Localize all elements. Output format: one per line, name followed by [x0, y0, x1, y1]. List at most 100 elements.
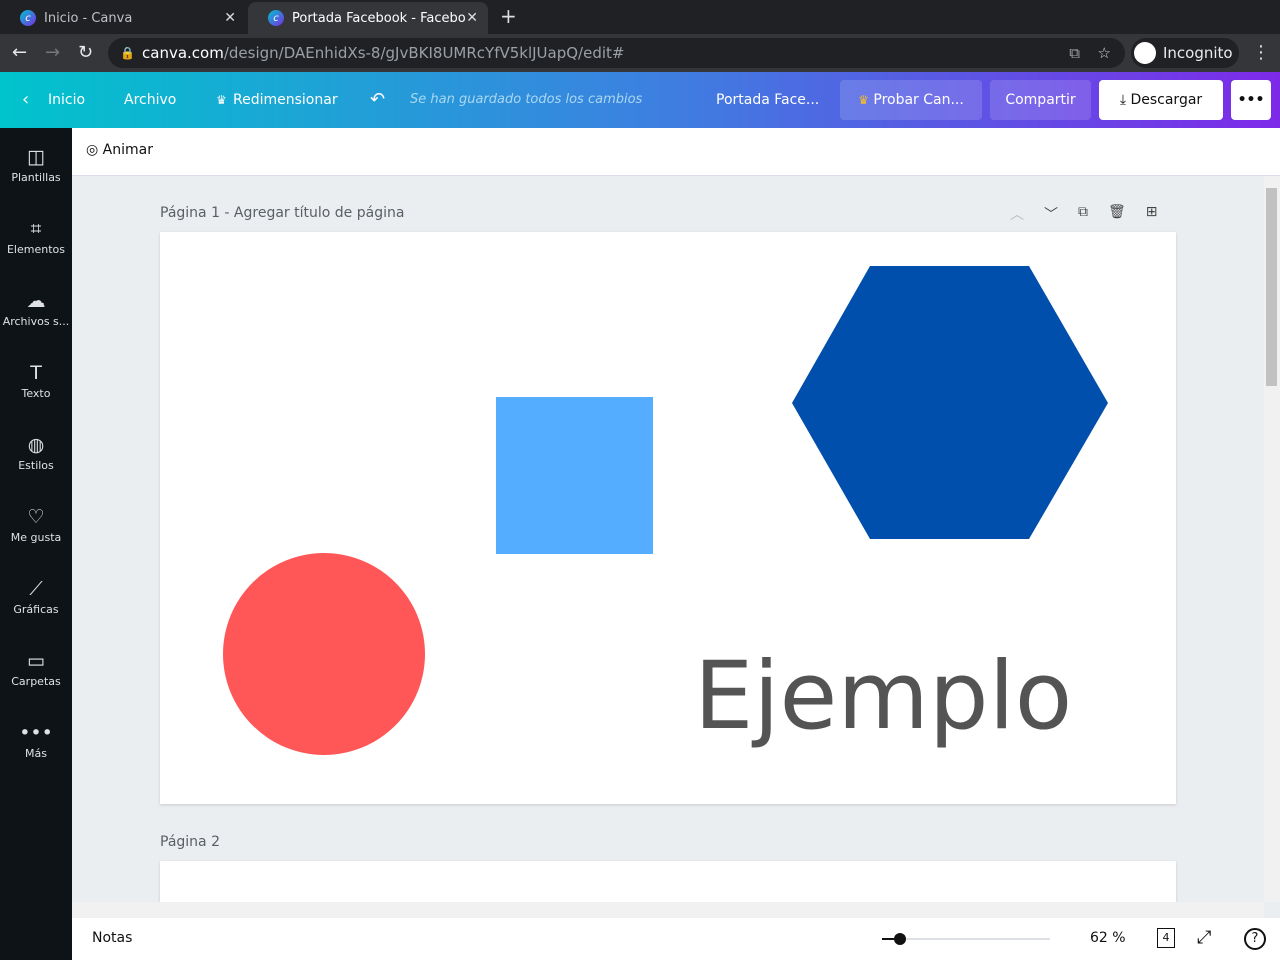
browser-menu-icon[interactable]: ⋮	[1252, 42, 1270, 63]
chart-icon: ⟋	[29, 577, 43, 600]
share-button[interactable]: Compartir	[990, 80, 1091, 120]
example-text[interactable]: Ejemplo	[694, 650, 1072, 744]
move-up-icon[interactable]: ︿	[1010, 204, 1024, 224]
file-menu-button[interactable]: Archivo	[124, 72, 176, 128]
page-title-input[interactable]: - Agregar título de página	[220, 205, 404, 221]
upload-cloud-icon: ☁	[26, 289, 46, 312]
animate-label: Animar	[102, 142, 153, 158]
close-tab-icon[interactable]: ✕	[224, 10, 236, 26]
vertical-scrollbar[interactable]	[1264, 176, 1280, 902]
square-shape[interactable]	[496, 397, 653, 554]
browser-tab-strip: c Inicio - Canva ✕ c Portada Facebook - Fac…	[0, 0, 1280, 34]
undo-icon[interactable]: ↶	[370, 72, 385, 128]
text-icon: T	[30, 361, 42, 384]
browser-tab-active[interactable]: c Portada Facebook - Facebo ✕	[248, 2, 488, 34]
animate-bar: ◎ Animar	[72, 128, 1280, 176]
sidebar-label: Más	[25, 746, 47, 760]
canva-favicon: c	[268, 10, 284, 26]
sidebar-label: Plantillas	[11, 170, 61, 184]
editor-toolbar: ‹ Inicio Archivo ♛ Redimensionar ↶ Se ha…	[0, 72, 1280, 128]
shapes-icon: ⌗	[30, 217, 42, 240]
page-count-button[interactable]: 4	[1157, 928, 1175, 948]
delete-page-icon[interactable]: 🗑	[1108, 204, 1126, 224]
resize-button[interactable]: Redimensionar	[233, 72, 338, 128]
page-2-label: Página 2	[160, 834, 220, 850]
sidebar-item-estilos[interactable]: ◍ Estilos	[0, 416, 72, 488]
url-field[interactable]: 🔒 canva.com/design/DAEnhidXs-8/gJvBKI8UMR…	[108, 38, 1125, 68]
sidebar-label: Gráficas	[13, 602, 59, 616]
scroll-thumb[interactable]	[1266, 188, 1277, 386]
page-number: Página 1	[160, 205, 220, 221]
try-pro-button[interactable]: ♛ Probar Can...	[840, 80, 982, 120]
hexagon-shape[interactable]	[791, 265, 1109, 540]
tab-title: Inicio - Canva	[44, 10, 133, 26]
page-actions: ︿ ﹀ ⧉ 🗑 ⊞	[1010, 204, 1158, 224]
layout-icon: ◫	[27, 145, 45, 168]
page-1-canvas[interactable]: Ejemplo	[160, 232, 1176, 804]
new-tab-button[interactable]: +	[500, 4, 517, 28]
sidebar: ◫ Plantillas ⌗ Elementos ☁ Archivos s... TT…	[0, 128, 72, 960]
sidebar-label: Archivos s...	[2, 314, 70, 328]
sidebar-item-carpetas[interactable]: ▭ Carpetas	[0, 632, 72, 704]
forward-icon[interactable]: →	[45, 42, 60, 63]
reload-icon[interactable]: ↻	[78, 42, 93, 63]
incognito-label: Incognito	[1163, 44, 1233, 62]
zoom-slider-handle[interactable]	[894, 933, 906, 945]
sidebar-item-plantillas[interactable]: ◫ Plantillas	[0, 128, 72, 200]
animate-icon: ◎	[86, 142, 99, 158]
sidebar-item-texto[interactable]: T Texto	[0, 344, 72, 416]
design-title[interactable]: Portada Face...	[716, 72, 819, 128]
more-options-button[interactable]: •••	[1231, 80, 1271, 120]
footer-bar: Notas 62 % 4 ⤢ ?	[72, 918, 1280, 960]
zoom-level[interactable]: 62 %	[1090, 930, 1126, 946]
download-label: Descargar	[1130, 92, 1203, 108]
sidebar-label: Me gusta	[10, 530, 62, 544]
horizontal-scrollbar[interactable]	[72, 902, 1264, 918]
url-path: /design/DAEnhidXs-8/gJvBKI8UMRcYfV5klJUa…	[223, 44, 625, 62]
sidebar-label: Elementos	[6, 242, 65, 256]
url-host: canva.com	[142, 44, 224, 62]
fullscreen-icon[interactable]: ⤢	[1197, 927, 1211, 948]
heart-icon: ♡	[27, 505, 45, 528]
crown-icon: ♛	[216, 93, 227, 107]
download-icon: ⤓	[1119, 92, 1127, 108]
sidebar-label: Estilos	[18, 458, 54, 472]
back-icon[interactable]: ←	[12, 42, 27, 63]
zoom-slider[interactable]	[882, 933, 1050, 945]
close-tab-icon[interactable]: ✕	[466, 10, 478, 26]
crown-icon: ♛	[858, 93, 869, 107]
star-icon[interactable]: ☆	[1098, 38, 1111, 68]
translate-icon[interactable]: ⧉	[1069, 38, 1080, 68]
move-down-icon[interactable]: ﹀	[1044, 204, 1058, 224]
try-pro-label: Probar Can...	[873, 92, 964, 108]
address-bar-row: ← → ↻ 🔒 canva.com/design/DAEnhidXs-8/gJvB…	[0, 34, 1280, 72]
download-button[interactable]: ⤓ Descargar	[1099, 80, 1223, 120]
more-icon: •••	[19, 721, 53, 744]
duplicate-page-icon[interactable]: ⧉	[1078, 204, 1088, 224]
sidebar-item-me-gusta[interactable]: ♡ Me gusta	[0, 488, 72, 560]
circle-shape[interactable]	[223, 553, 425, 755]
notes-button[interactable]: Notas	[92, 930, 132, 946]
animate-button[interactable]: ◎ Animar	[86, 142, 153, 158]
help-icon[interactable]: ?	[1244, 928, 1266, 950]
palette-icon: ◍	[27, 433, 45, 456]
browser-tab[interactable]: c Inicio - Canva ✕	[0, 2, 246, 34]
page-1-label: Página 1 - Agregar título de página	[160, 205, 404, 221]
lock-icon: 🔒	[120, 46, 135, 60]
sidebar-label: Texto	[21, 386, 51, 400]
sidebar-item-archivos[interactable]: ☁ Archivos s...	[0, 272, 72, 344]
sidebar-label: Carpetas	[11, 674, 61, 688]
home-button[interactable]: Inicio	[48, 72, 85, 128]
incognito-icon	[1134, 42, 1156, 64]
incognito-badge[interactable]: Incognito	[1131, 38, 1239, 68]
sidebar-item-elementos[interactable]: ⌗ Elementos	[0, 200, 72, 272]
tab-title: Portada Facebook - Facebo	[292, 10, 466, 26]
chevron-left-icon: ‹	[22, 89, 30, 110]
save-status: Se han guardado todos los cambios	[410, 92, 643, 107]
add-page-icon[interactable]: ⊞	[1146, 204, 1158, 224]
sidebar-item-mas[interactable]: ••• Más	[0, 704, 72, 776]
page-2-canvas[interactable]	[160, 861, 1176, 902]
sidebar-item-graficas[interactable]: ⟋ Gráficas	[0, 560, 72, 632]
folder-icon: ▭	[27, 649, 45, 672]
canva-favicon: c	[20, 10, 36, 26]
